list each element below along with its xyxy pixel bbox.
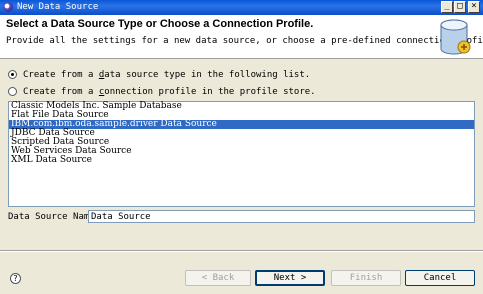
- cancel-button[interactable]: Cancel: [405, 270, 475, 286]
- radio-button[interactable]: [8, 87, 17, 96]
- radio-create-from-profile[interactable]: Create from a connection profile in the …: [8, 86, 316, 98]
- finish-button[interactable]: Finish: [331, 270, 401, 286]
- back-button[interactable]: < Back: [185, 270, 251, 286]
- radio-label-pre: Create from a: [23, 70, 99, 80]
- window-title: New Data Source: [17, 2, 99, 12]
- datasource-name-input[interactable]: [88, 210, 475, 223]
- list-item[interactable]: XML Data Source: [9, 156, 474, 165]
- title-bar: New Data Source _ □ ×: [0, 0, 483, 15]
- radio-create-from-type[interactable]: Create from a data source type in the fo…: [8, 69, 310, 81]
- radio-label-post: onnection profile in the profile store.: [104, 87, 316, 97]
- page-description: Provide all the settings for a new data …: [6, 36, 483, 46]
- datasource-type-list[interactable]: Classic Models Inc. Sample Database Flat…: [8, 101, 475, 207]
- radio-label-post: ata source type in the following list.: [104, 70, 311, 80]
- database-icon: [440, 19, 471, 55]
- minimize-button[interactable]: _: [441, 1, 453, 13]
- radio-button-selected[interactable]: [8, 70, 17, 79]
- help-icon[interactable]: ?: [10, 273, 21, 284]
- wizard-header: Select a Data Source Type or Choose a Co…: [0, 15, 483, 59]
- page-title: Select a Data Source Type or Choose a Co…: [6, 18, 314, 30]
- radio-label-pre: Create from a: [23, 87, 99, 97]
- next-button[interactable]: Next >: [255, 270, 325, 286]
- datasource-name-label: Data Source Name:: [8, 212, 101, 222]
- close-button[interactable]: ×: [468, 1, 480, 13]
- maximize-button[interactable]: □: [454, 1, 466, 13]
- button-bar-divider: [0, 250, 483, 252]
- eclipse-app-icon: [3, 2, 13, 12]
